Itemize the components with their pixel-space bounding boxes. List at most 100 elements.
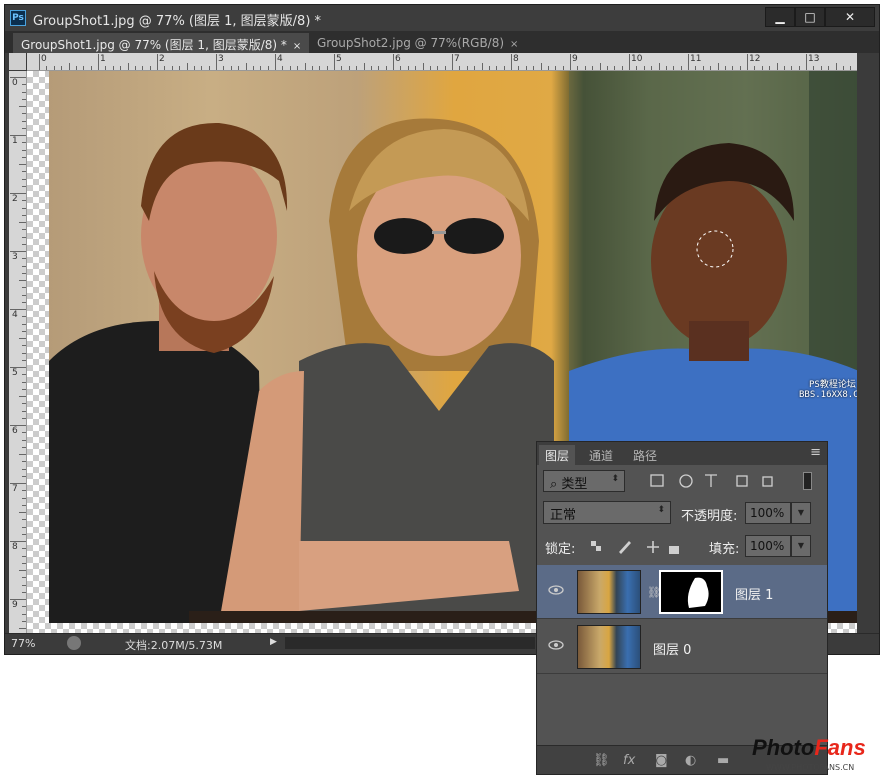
visibility-eye-icon[interactable] [547,583,565,597]
image-filter-icon [650,474,664,487]
ruler-tick [19,570,26,571]
layer-row-layer0[interactable]: 图层 0 [537,620,827,674]
ruler-tick [22,91,26,93]
watermark-url: BBS.16XX8.COM [799,390,859,400]
ruler-tick [19,338,26,339]
ruler-tick [651,66,653,70]
link-layers-icon[interactable]: ⛓ [593,753,610,768]
visibility-eye-icon[interactable] [547,638,565,652]
status-menu-arrow-icon[interactable]: ▶ [270,637,277,647]
horizontal-ruler[interactable]: 0 1 2 3 4 5 6 7 8 9 10 11 12 13 [27,53,857,71]
zoom-level[interactable]: 77% [11,637,35,650]
tab-close-icon[interactable]: × [293,41,301,52]
tab-paths[interactable]: 路径 [627,445,663,465]
ruler-tick [61,66,63,70]
ruler-tick [452,54,453,70]
tab-channels[interactable]: 通道 [583,445,619,465]
ruler-tick [22,330,26,332]
layer-name[interactable]: 图层 0 [653,639,691,658]
ruler-tick [680,66,682,70]
ruler-tick [208,66,210,70]
ruler-origin[interactable] [9,53,26,70]
ruler-tick [806,54,807,70]
lock-all-icon [669,546,679,554]
ruler-tick [22,84,26,86]
ruler-tick [22,577,26,579]
fill-dropdown-chevron-icon[interactable]: ▼ [791,535,811,557]
ruler-tick [22,272,26,274]
ruler-tick [22,207,26,209]
ruler-tick [22,490,26,492]
ruler-label: 8 [513,54,519,64]
add-mask-icon[interactable]: ◙ [655,753,668,768]
ruler-tick [673,66,675,70]
ruler-tick [828,66,830,70]
layer-mask-thumbnail[interactable] [659,570,723,614]
ruler-tick [22,294,26,296]
ruler-tick [22,352,26,354]
new-group-folder-icon[interactable]: ▬ [717,753,729,768]
opacity-input[interactable]: 100% [745,502,791,524]
ruler-tick [112,66,114,70]
ruler-tick [665,66,667,70]
ruler-tick [19,512,26,513]
ruler-tick [157,54,158,70]
horizontal-scrollbar[interactable] [285,637,535,649]
ruler-label: 5 [12,368,18,378]
layer-name[interactable]: 图层 1 [735,584,773,603]
tab-label: GroupShot1.jpg @ 77% (图层 1, 图层蒙版/8) * [21,38,287,52]
ruler-tick [98,54,99,70]
tab-layers[interactable]: 图层 [539,445,576,465]
ruler-label: 9 [572,54,578,64]
tab-groupshot2[interactable]: GroupShot2.jpg @ 77%(RGB/8) × [309,33,526,53]
ruler-tick [739,66,741,70]
tab-close-icon[interactable]: × [510,39,518,50]
ruler-tick [22,417,26,419]
ruler-label: 2 [12,194,18,204]
ruler-tick [341,66,343,70]
ruler-label: 6 [12,426,18,436]
blend-mode-select[interactable]: 正常 ⬍ [543,501,671,524]
close-button[interactable]: ✕ [825,7,875,27]
minimize-button[interactable]: ▁ [765,7,795,27]
layer-row-layer1[interactable]: ⛓ 图层 1 [537,565,827,619]
ruler-tick [164,66,166,70]
ruler-tick [326,66,328,70]
layer-filter-kind-select[interactable]: ⌕ 类型 ⬍ [543,470,625,492]
lock-transparent-icon [591,541,596,546]
ruler-tick [724,66,726,70]
tab-groupshot1[interactable]: GroupShot1.jpg @ 77% (图层 1, 图层蒙版/8) * × [13,33,310,53]
ruler-tick [695,66,697,70]
ruler-tick [22,468,26,470]
ruler-tick [429,66,431,70]
ruler-label: 11 [690,54,702,64]
lock-icons [591,541,679,554]
smart-object-filter-icon [762,476,773,487]
ruler-tick [22,381,26,383]
ruler-tick [22,178,26,180]
ruler-tick [533,66,535,70]
filter-toggle[interactable] [803,472,812,490]
filter-icons [650,474,773,488]
ruler-tick [216,54,217,70]
ruler-tick [732,66,734,70]
adjustment-layer-icon[interactable]: ◐ [685,753,696,768]
ruler-tick [22,504,26,506]
fill-input[interactable]: 100% [745,535,791,557]
ruler-tick [22,374,26,376]
layer-style-fx-icon[interactable]: fx [623,753,635,768]
ruler-tick [503,66,505,70]
status-info-icon[interactable] [67,636,81,650]
maximize-button[interactable]: □ [795,7,825,27]
panel-menu-icon[interactable]: ≡ [810,445,821,460]
layer-thumbnail [577,570,641,614]
ruler-tick [334,54,335,70]
ruler-tick [179,66,181,70]
ruler-label: 0 [41,54,47,64]
vertical-scrollbar[interactable] [857,71,875,633]
ruler-tick [22,229,26,231]
ruler-tick [19,222,26,223]
ruler-tick [540,63,542,70]
vertical-ruler[interactable]: 0 1 2 3 4 5 6 7 8 9 [9,71,27,633]
opacity-dropdown-chevron-icon[interactable]: ▼ [791,502,811,524]
